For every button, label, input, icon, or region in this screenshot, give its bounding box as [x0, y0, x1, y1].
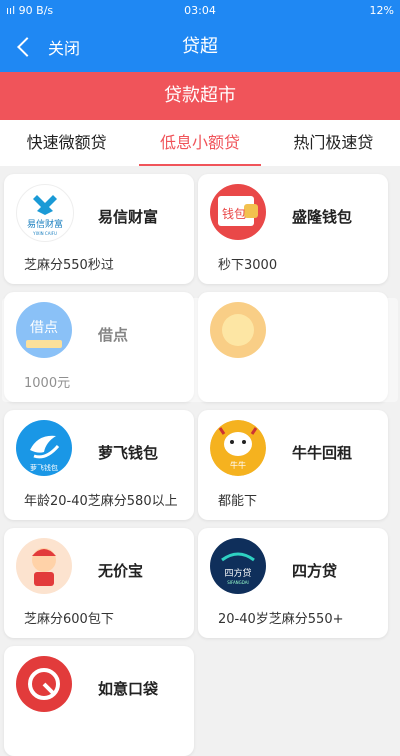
- product-card-yixin[interactable]: 易信财富 YIXIN CAIFU 易信财富 芝麻分550秒过: [4, 174, 194, 284]
- clock: 03:04: [184, 4, 216, 17]
- product-card-sifang[interactable]: 四方贷 SIFANGDAI 四方贷 20-40岁芝麻分550+: [198, 528, 388, 638]
- niuniu-logo-text: 牛牛: [230, 460, 246, 470]
- product-card-shenglong[interactable]: 钱包 盛隆钱包 秒下3000: [198, 174, 388, 284]
- nav-bar: 关闭 贷超: [0, 22, 400, 72]
- yixin-logo-icon: 易信财富 YIXIN CAIFU: [16, 184, 74, 242]
- product-name: 牛牛回租: [292, 444, 353, 462]
- market-banner: 贷款超市: [0, 72, 400, 120]
- luofei-logo-text: 萝飞钱包: [30, 463, 58, 472]
- product-desc: 20-40岁芝麻分550+: [218, 612, 344, 627]
- product-card-luofei[interactable]: 萝飞钱包 萝飞钱包 年龄20-40芝麻分580以上: [4, 410, 194, 520]
- sifang-logo-icon: 四方贷 SIFANGDAI: [210, 538, 266, 594]
- status-bar: ııl 90 B/s 03:04 12%: [0, 0, 400, 22]
- product-desc: 年龄20-40芝麻分580以上: [24, 494, 178, 509]
- tab-bar: 快速微额贷 低息小额贷 热门极速贷: [0, 120, 400, 166]
- product-card-niuniu[interactable]: 牛牛 牛牛回租 都能下: [198, 410, 388, 520]
- shenglong-logo-text: 钱包: [222, 206, 246, 221]
- product-desc: 秒下3000: [218, 258, 278, 273]
- product-name: 四方贷: [292, 562, 338, 580]
- product-name: 无价宝: [98, 562, 144, 580]
- luofei-logo-icon: 萝飞钱包: [16, 420, 72, 476]
- sifang-logo-text: 四方贷: [224, 567, 251, 579]
- wujiabao-logo-icon: [16, 538, 72, 594]
- product-desc: 芝麻分550秒过: [24, 258, 114, 273]
- ruyi-logo-icon: [16, 656, 72, 712]
- tab-low-interest-loan[interactable]: 低息小额贷: [133, 120, 266, 166]
- product-desc: 都能下: [218, 494, 258, 509]
- toast-overlay: [2, 298, 398, 402]
- product-name: 盛隆钱包: [292, 208, 353, 226]
- page-title: 贷超: [182, 36, 218, 57]
- yixin-logo-text: 易信财富: [27, 218, 63, 230]
- product-name: 易信财富: [98, 208, 159, 226]
- product-name: 如意口袋: [98, 680, 159, 698]
- tab-hot-express-loan[interactable]: 热门极速贷: [267, 120, 400, 166]
- sifang-logo-subtext: SIFANGDAI: [227, 580, 248, 585]
- product-desc: 芝麻分600包下: [24, 612, 114, 627]
- product-name: 萝飞钱包: [98, 444, 159, 462]
- yixin-logo-subtext: YIXIN CAIFU: [32, 231, 57, 236]
- shenglong-logo-icon: 钱包: [210, 184, 266, 240]
- battery-level: 12%: [369, 4, 394, 17]
- product-card-wujiabao[interactable]: 无价宝 芝麻分600包下: [4, 528, 194, 638]
- product-card-ruyi[interactable]: 如意口袋: [4, 646, 194, 756]
- niuniu-logo-icon: 牛牛: [210, 420, 266, 476]
- tab-fast-micro-loan[interactable]: 快速微额贷: [0, 120, 133, 166]
